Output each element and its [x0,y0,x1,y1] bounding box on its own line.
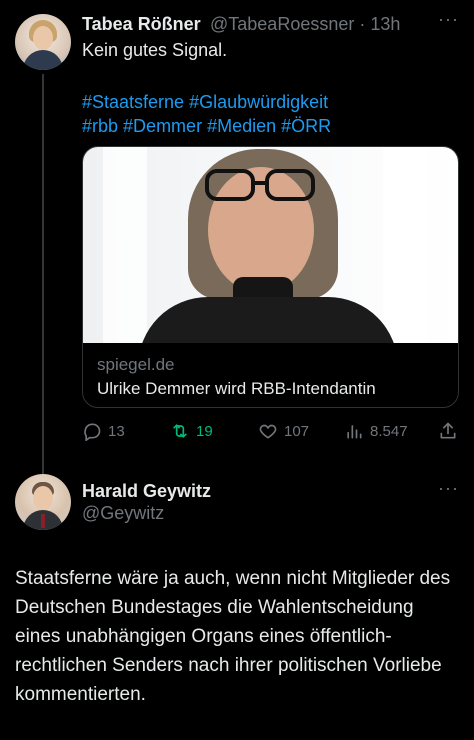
tweet1-handle-time[interactable]: @TabeaRoessner · 13h [210,14,400,35]
background-window [383,147,427,343]
retweet-icon [173,424,187,438]
hashtag-link[interactable]: #Demmer [123,116,202,136]
hashtag-link[interactable]: #rbb [82,116,118,136]
tweet1-action-bar: 13 19 107 8.547 [82,420,459,442]
tweet2-more-icon[interactable]: ··· [438,478,459,499]
like-button[interactable]: 107 [258,420,309,442]
link-preview-card[interactable]: spiegel.de Ulrike Demmer wird RBB-Intend… [82,146,459,408]
hashtag-link[interactable]: #Medien [207,116,276,136]
reply-button[interactable]: 13 [82,420,125,442]
share-icon [440,422,456,439]
tweet1-author-name[interactable]: Tabea Rößner [82,14,201,35]
hashtag-link[interactable]: #Glaubwürdigkeit [189,92,328,112]
hashtag-link[interactable]: #ÖRR [281,116,331,136]
link-preview-title: Ulrike Demmer wird RBB-Intendantin [97,379,376,398]
link-preview-domain: spiegel.de [97,355,175,374]
heart-icon [259,424,277,439]
views-button[interactable]: 8.547 [344,420,408,442]
tweet1-text: Kein gutes Signal. [82,40,228,60]
tweet2-text: Staatsferne wäre ja auch, wenn nicht Mit… [15,568,451,705]
bar-chart-icon [347,425,362,439]
tweet1-hashtags: #Staatsferne #Glaubwürdigkeit #rbb #Demm… [82,90,452,138]
hashtag-link[interactable]: #Staatsferne [82,92,184,112]
avatar-tie [41,514,45,528]
tweet2-author-name[interactable]: Harald Geywitz [82,481,211,502]
link-preview-image [83,147,458,343]
portrait-jacket [138,297,398,343]
tweet2-handle[interactable]: @Geywitz [82,503,164,524]
background-window [103,147,147,343]
avatar-harald-geywitz[interactable] [15,474,71,530]
reply-icon [84,423,101,441]
avatar-face [33,26,53,50]
portrait-glasses [205,169,315,205]
hashtags-line-1: #Staatsferne #Glaubwürdigkeit [82,90,452,114]
retweet-count: 19 [196,422,213,440]
like-count: 107 [284,422,310,440]
avatar-body [23,50,63,70]
tweet1-more-icon[interactable]: ··· [438,9,459,30]
avatar-tabea-roessner[interactable] [15,14,71,70]
reply-count: 13 [108,422,125,440]
thread-connector-line [42,74,44,474]
share-button[interactable] [438,420,458,442]
views-count: 8.547 [370,422,408,440]
avatar-face [33,486,53,510]
hashtags-line-2: #rbb #Demmer #Medien #ÖRR [82,114,452,138]
retweet-button[interactable]: 19 [170,420,213,442]
